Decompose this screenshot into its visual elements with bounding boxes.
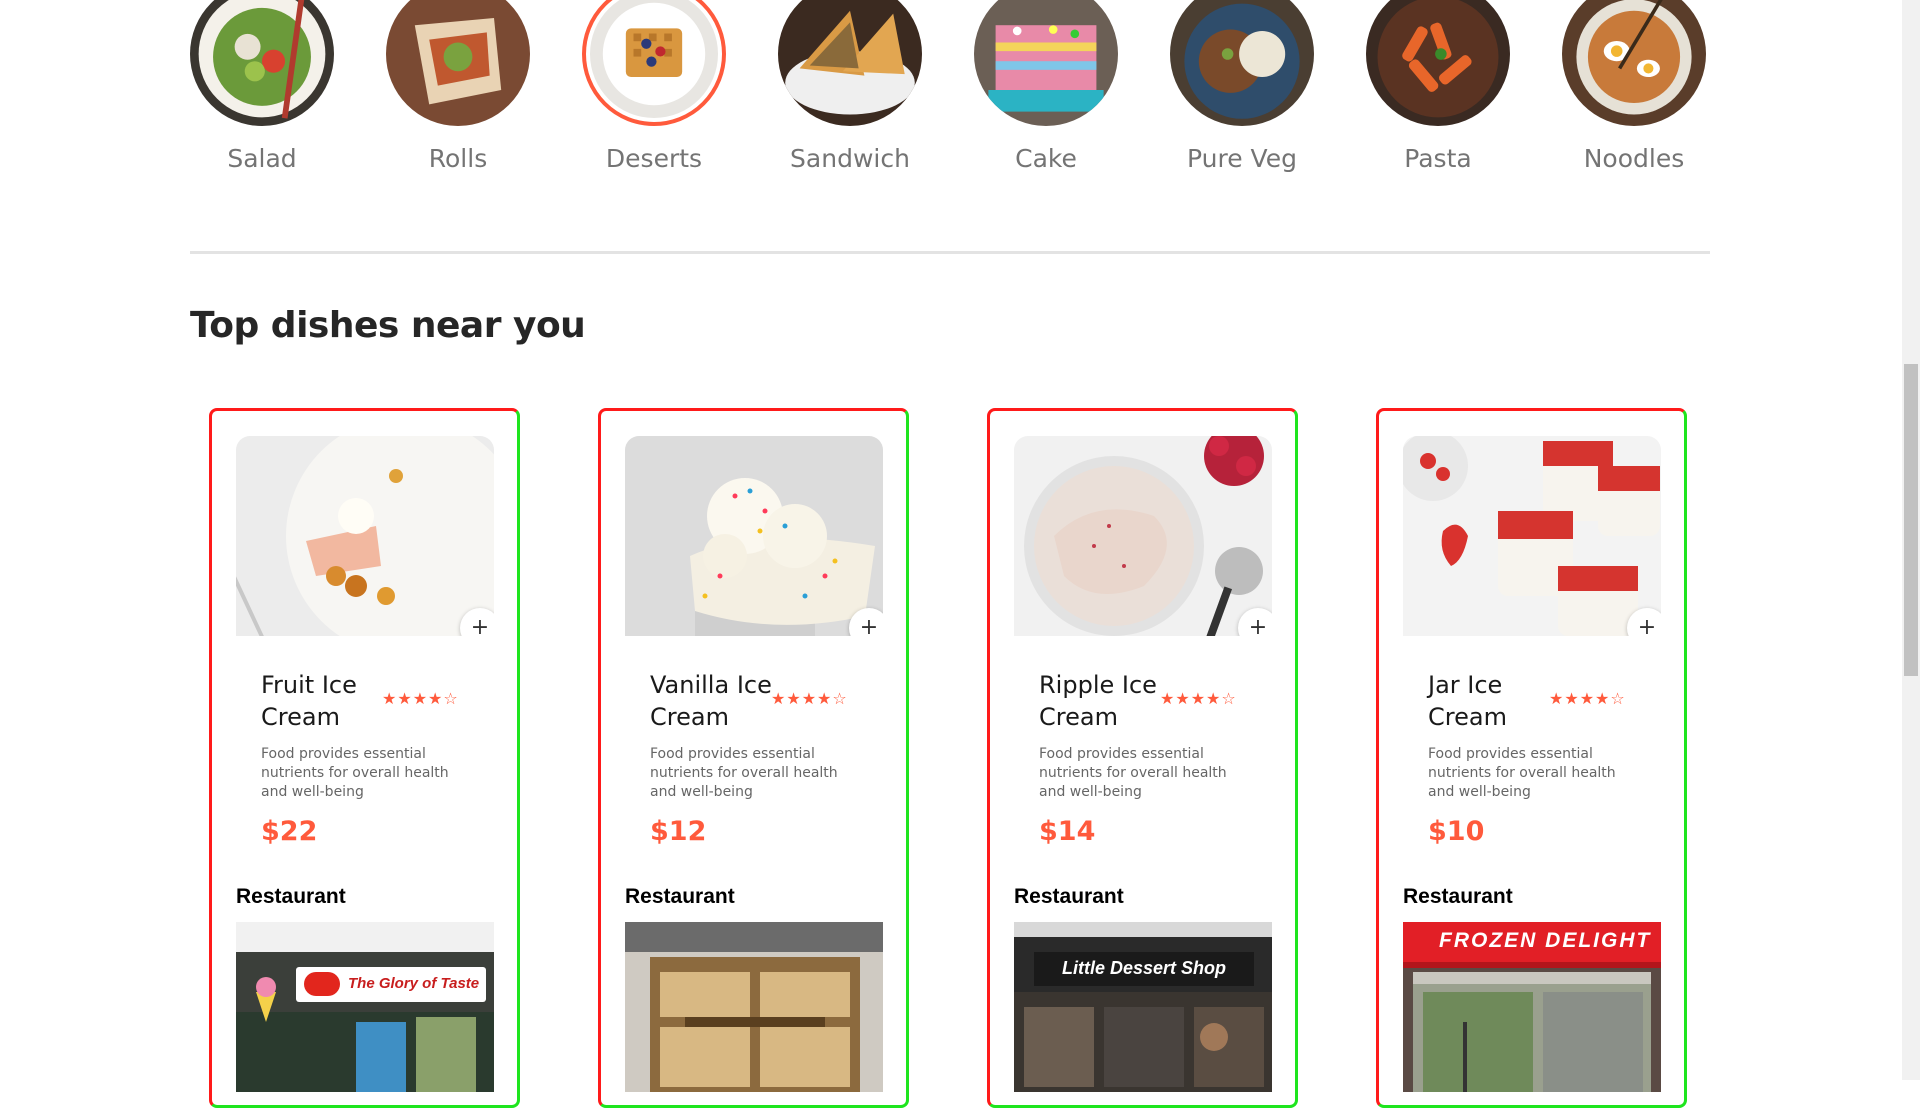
dish-image: + [1014,436,1272,636]
star-icon: ★★★★ [1160,689,1222,708]
dish-description: Food provides essential nutrients for ov… [650,746,838,800]
category-label: Deserts [605,144,703,173]
restaurant-image [625,922,883,1092]
restaurant-label: Restaurant [1403,885,1513,908]
dish-price: $22 [261,816,318,847]
rating-stars: ★★★★☆ [1160,689,1237,708]
dish-card-vanilla-ice-cream[interactable]: + Vanilla Ice Cream ★★★★☆ Food provides … [598,408,909,1108]
star-outline-icon: ☆ [443,689,459,708]
section-divider [190,251,1710,254]
rating-stars: ★★★★☆ [771,689,848,708]
page-scrollbar[interactable] [1902,0,1920,1080]
category-label: Salad [227,144,297,173]
star-icon: ★★★★ [382,689,444,708]
category-label: Pure Veg [1187,144,1297,173]
restaurant-label: Restaurant [1014,885,1124,908]
dish-price: $10 [1428,816,1485,847]
rating-stars: ★★★★☆ [1549,689,1626,708]
dish-image: + [236,436,494,636]
cake-image [974,0,1118,126]
category-label: Sandwich [790,144,910,173]
restaurant-label: Restaurant [236,885,346,908]
sandwich-image [778,0,922,126]
deserts-image [582,0,726,126]
star-outline-icon: ☆ [1610,689,1626,708]
restaurant-sign: FROZEN DELIGHT [1439,929,1652,952]
dish-description: Food provides essential nutrients for ov… [1039,746,1227,800]
dish-card-ripple-ice-cream[interactable]: + Ripple Ice Cream ★★★★☆ Food provides e… [987,408,1298,1108]
restaurant-image: The Glory of Taste [236,922,494,1092]
dish-image: + [625,436,883,636]
restaurant-image: Little Dessert Shop [1014,922,1272,1092]
category-label: Pasta [1404,144,1472,173]
restaurant-sign: Little Dessert Shop [1062,958,1227,978]
dish-card-fruit-ice-cream[interactable]: + Fruit Ice Cream ★★★★☆ Food provides es… [209,408,520,1108]
dish-price: $14 [1039,816,1096,847]
star-outline-icon: ☆ [1221,689,1237,708]
star-outline-icon: ☆ [832,689,848,708]
pasta-image [1366,0,1510,126]
star-icon: ★★★★ [1549,689,1611,708]
dish-description: Food provides essential nutrients for ov… [261,746,449,800]
restaurant-image: FROZEN DELIGHT [1403,922,1661,1092]
salad-image [190,0,334,126]
category-label: Cake [1015,144,1077,173]
noodles-image [1562,0,1706,126]
category-menu: Salad Rolls Deserts Sandwich Cake Pure V… [0,0,1920,190]
restaurant-label: Restaurant [625,885,735,908]
pure-veg-image [1170,0,1314,126]
dish-image: + [1403,436,1661,636]
scrollbar-thumb[interactable] [1904,364,1918,676]
section-title: Top dishes near you [190,305,586,346]
rolls-image [386,0,530,126]
dish-card-jar-ice-cream[interactable]: + Jar Ice Cream ★★★★☆ Food provides esse… [1376,408,1687,1108]
dish-description: Food provides essential nutrients for ov… [1428,746,1616,800]
category-label: Rolls [428,144,488,173]
restaurant-sign: The Glory of Taste [348,975,480,992]
dish-price: $12 [650,816,707,847]
rating-stars: ★★★★☆ [382,689,459,708]
category-label: Noodles [1583,144,1685,173]
star-icon: ★★★★ [771,689,833,708]
